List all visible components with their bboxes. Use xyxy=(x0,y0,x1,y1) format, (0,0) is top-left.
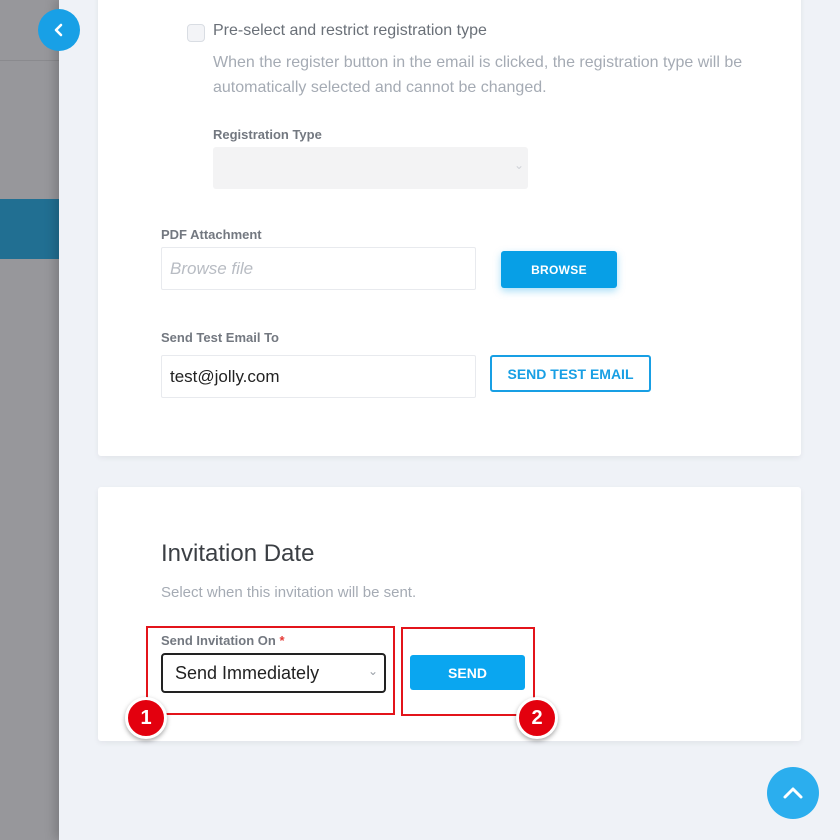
chevron-left-icon xyxy=(54,23,63,37)
send-test-email-label: Send Test Email To xyxy=(161,330,279,345)
invitation-date-subtitle: Select when this invitation will be sent… xyxy=(161,584,417,601)
pdf-attachment-placeholder: Browse file xyxy=(170,258,254,278)
scroll-to-top-button[interactable] xyxy=(767,767,819,819)
registration-type-select[interactable]: ⌄ xyxy=(213,147,528,189)
preselect-registration-label: Pre-select and restrict registration typ… xyxy=(213,22,487,39)
preselect-registration-checkbox[interactable] xyxy=(187,24,205,42)
invitation-date-title: Invitation Date xyxy=(161,540,315,567)
send-test-email-button[interactable]: SEND TEST EMAIL xyxy=(490,355,651,392)
chevron-down-icon: ⌄ xyxy=(513,158,524,172)
pdf-attachment-label: PDF Attachment xyxy=(161,227,262,242)
chevron-up-icon xyxy=(783,787,803,799)
back-button[interactable] xyxy=(38,9,80,51)
background-page-overlay xyxy=(0,0,59,840)
test-email-value: test@jolly.com xyxy=(170,366,280,386)
email-settings-card: Pre-select and restrict registration typ… xyxy=(98,0,801,456)
test-email-input[interactable]: test@jolly.com xyxy=(161,355,476,398)
background-divider xyxy=(0,60,59,61)
annotation-badge-2: 2 xyxy=(516,697,558,739)
annotation-box-1 xyxy=(146,626,395,715)
preselect-registration-help: When the register button in the email is… xyxy=(213,54,743,96)
background-active-nav-item xyxy=(0,199,59,259)
pdf-attachment-input[interactable]: Browse file xyxy=(161,247,476,290)
annotation-box-2 xyxy=(401,627,535,716)
registration-type-label: Registration Type xyxy=(213,127,322,142)
annotation-badge-1: 1 xyxy=(125,697,167,739)
browse-button[interactable]: BROWSE xyxy=(501,251,617,288)
